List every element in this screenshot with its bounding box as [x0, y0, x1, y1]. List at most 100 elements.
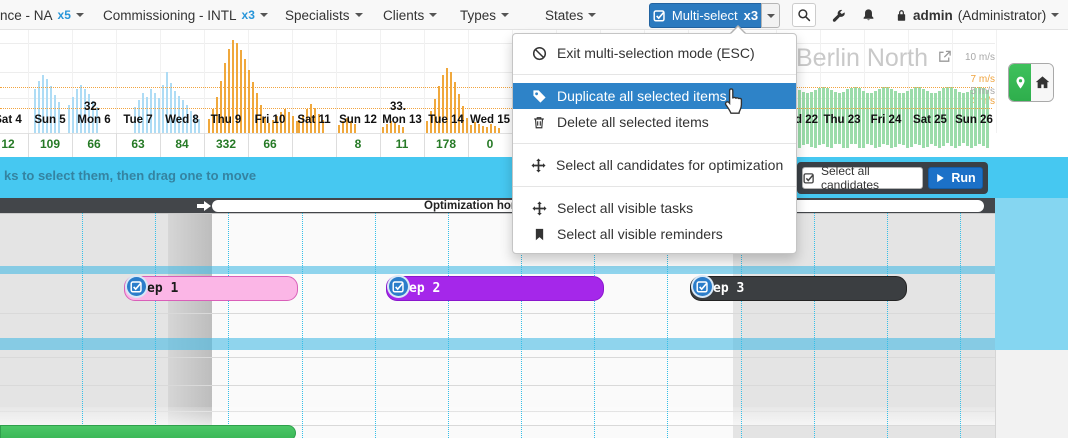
histogram-bar [240, 50, 242, 133]
day-label: Sat 4 [0, 114, 30, 126]
menu-item-label: Select all visible tasks [557, 200, 693, 216]
notifications-button[interactable] [861, 8, 876, 23]
task-label: ep 2 [409, 281, 440, 296]
histogram-bar [490, 124, 492, 133]
histogram-bar [236, 43, 238, 133]
day-count: 11 [380, 137, 424, 151]
nav-menu-types[interactable]: Types [460, 0, 509, 30]
day-gridline [160, 30, 161, 133]
nav-label: Clients [383, 8, 424, 23]
run-button[interactable]: Run [928, 167, 983, 189]
grid-line [0, 357, 995, 358]
day-label: Fri 24 [864, 114, 908, 126]
day-count: 66 [248, 137, 292, 151]
histogram-bar [150, 89, 152, 133]
histogram-bar [58, 102, 60, 133]
menu-item-label: Duplicate all selected items [557, 88, 727, 104]
multi-select-count: x3 [744, 8, 758, 23]
histogram-bar [272, 120, 274, 133]
count-cell-separator [72, 133, 73, 157]
day-label: Fri 10 [248, 114, 292, 126]
day-gridline [424, 30, 425, 133]
select-all-candidates-button[interactable]: Select all candidates [802, 167, 923, 189]
gantt-today-column [168, 213, 212, 438]
menu-item-label: Exit multi-selection mode (ESC) [557, 45, 755, 61]
settings-wrench-button[interactable] [831, 8, 846, 23]
home-icon [1035, 75, 1050, 90]
histogram-bar [458, 94, 460, 133]
bookmark-icon [531, 227, 547, 242]
menu-item-select-visible-reminders[interactable]: Select all visible reminders [513, 221, 796, 247]
task-bar-1[interactable]: ep 1 [124, 276, 298, 301]
search-button[interactable] [792, 3, 816, 27]
histogram-bar [318, 114, 320, 133]
nav-menu-specialists[interactable]: Specialists [285, 0, 363, 30]
histogram-bar [142, 93, 144, 133]
user-role: (Administrator) [958, 8, 1047, 23]
menu-item-delete-selected[interactable]: Delete all selected items [513, 109, 796, 135]
day-gridline [28, 30, 29, 133]
nav-menu-clients[interactable]: Clients [383, 0, 437, 30]
check-square-icon [803, 172, 815, 184]
histogram-bar [146, 97, 148, 133]
histogram-bar [76, 89, 78, 133]
day-gridline [468, 30, 469, 133]
lock-icon [895, 8, 908, 22]
histogram-bar [284, 109, 286, 133]
task-bar-3[interactable]: ep 3 [690, 276, 907, 301]
nav-menu-commissioning-intl[interactable]: Commissioning - INTL x3 [103, 0, 268, 30]
wind-threshold-line [0, 87, 992, 88]
nav-menu-states[interactable]: States [545, 0, 596, 30]
histogram-bar [256, 93, 258, 133]
nav-menu-resources-na[interactable]: nce - NA x5 [0, 0, 84, 30]
map-pin-button[interactable] [1009, 64, 1031, 101]
tag-icon [531, 89, 547, 104]
wind-bar [810, 92, 813, 147]
multi-select-dropdown: Exit multi-selection mode (ESC) Duplicat… [512, 33, 797, 254]
histogram-bar [212, 109, 214, 133]
day-count: 63 [116, 137, 160, 151]
count-cell-separator [292, 133, 293, 157]
task-bar-green[interactable] [0, 425, 296, 438]
map-pin-icon [1014, 75, 1027, 90]
menu-item-select-candidates[interactable]: Select all candidates for optimization [513, 152, 796, 178]
wind-bar [914, 87, 917, 143]
count-cell-separator [380, 133, 381, 157]
multi-select-caret-button[interactable] [761, 3, 780, 28]
task-selected-badge[interactable] [691, 275, 714, 298]
day-count: 0 [468, 137, 512, 151]
histogram-bar [442, 75, 444, 133]
day-label: Sun 12 [336, 114, 380, 126]
menu-item-duplicate-selected[interactable]: Duplicate all selected items [513, 83, 796, 109]
home-button[interactable] [1031, 64, 1053, 101]
day-count: 332 [204, 137, 248, 151]
histogram-bar [198, 119, 200, 133]
wind-threshold-line [0, 108, 992, 109]
menu-item-label: Delete all selected items [557, 114, 709, 130]
nav-label: States [545, 8, 583, 23]
histogram-bar [280, 112, 282, 133]
day-label: Thu 9 [204, 114, 248, 126]
user-menu[interactable]: admin (Administrator) [895, 0, 1059, 30]
chart-gridline [0, 98, 995, 99]
menu-item-select-visible-tasks[interactable]: Select all visible tasks [513, 195, 796, 221]
histogram-bar [216, 97, 218, 133]
histogram-bar [386, 124, 388, 133]
menu-item-exit-multiselect[interactable]: Exit multi-selection mode (ESC) [513, 40, 796, 66]
task-bar-2[interactable]: ep 2 [386, 276, 604, 301]
task-selected-badge[interactable] [125, 275, 148, 298]
task-selected-badge[interactable] [387, 275, 410, 298]
histogram-bar [96, 107, 98, 133]
day-count: 84 [160, 137, 204, 151]
histogram-bar [450, 72, 452, 133]
histogram-bar [42, 75, 44, 133]
count-cell-separator [336, 133, 337, 157]
map-button-group [1008, 63, 1054, 102]
right-panel-cyan [995, 198, 1068, 350]
wind-bar [822, 87, 825, 144]
wind-bar [866, 93, 869, 144]
menu-divider [513, 186, 796, 187]
menu-item-label: Select all candidates for optimization [556, 157, 783, 173]
check-square-icon [653, 9, 666, 22]
histogram-bar [72, 97, 74, 133]
